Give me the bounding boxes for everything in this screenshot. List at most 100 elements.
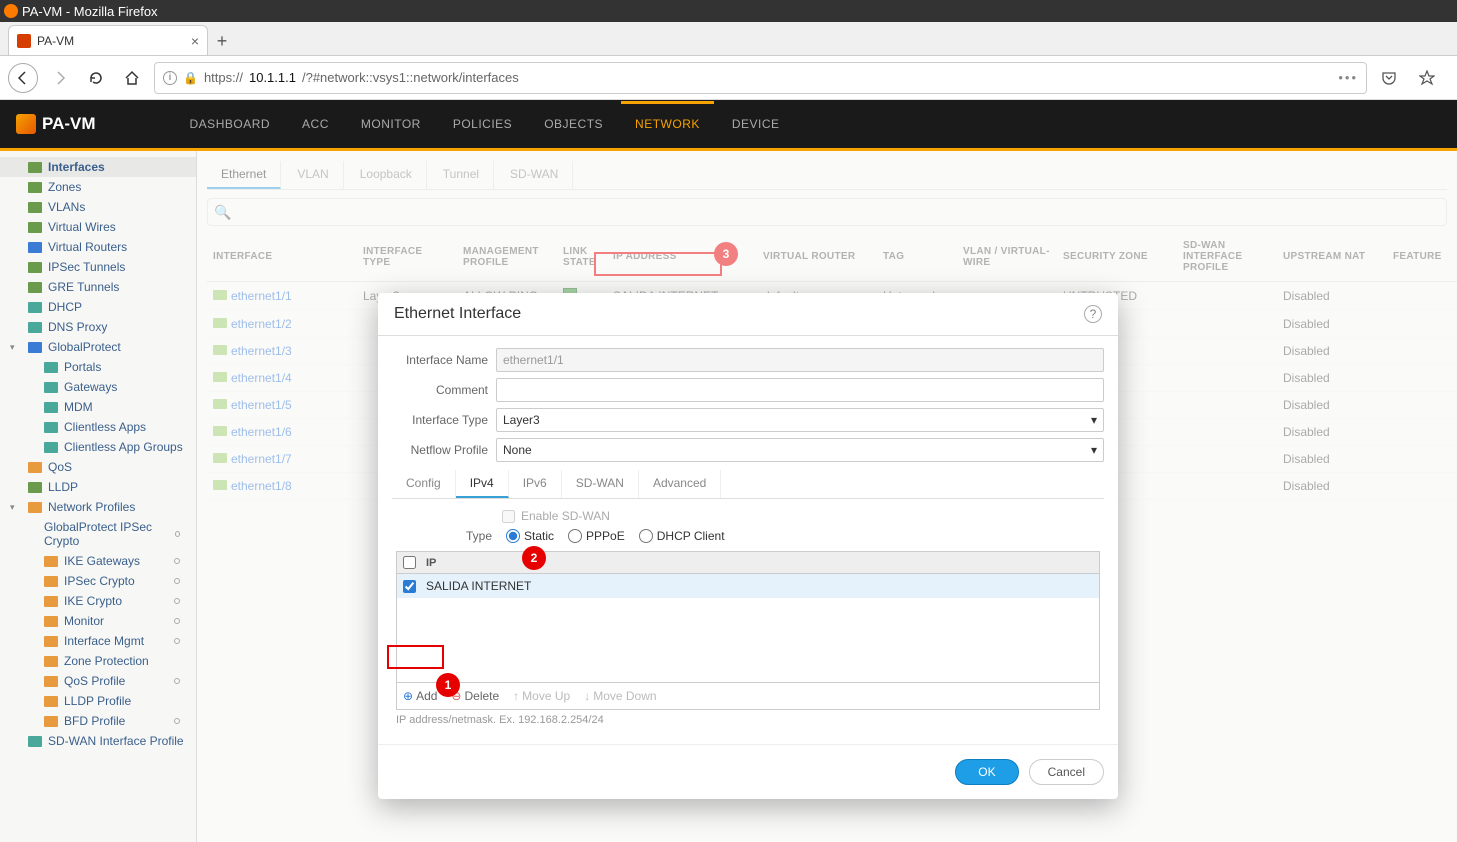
sidebar-item-mdm[interactable]: MDM: [0, 397, 196, 417]
virtual-wires-icon: [28, 222, 42, 233]
app-header: PA-VM DASHBOARD ACC MONITOR POLICIES OBJ…: [0, 100, 1457, 148]
sidebar-item-ike-crypto[interactable]: IKE Crypto: [0, 591, 196, 611]
tab-title: PA-VM: [37, 34, 74, 48]
nav-acc[interactable]: ACC: [288, 101, 343, 147]
browser-tab-bar: PA-VM × +: [0, 22, 1457, 56]
home-button[interactable]: [118, 64, 146, 92]
static-radio[interactable]: [506, 529, 520, 543]
sidebar-item-dns-proxy[interactable]: DNS Proxy: [0, 317, 196, 337]
radio-static[interactable]: Static: [506, 529, 554, 543]
select-all-checkbox[interactable]: [403, 556, 416, 569]
sidebar-item-interfaces[interactable]: Interfaces: [0, 157, 196, 177]
sidebar-item-qos-profile[interactable]: QoS Profile: [0, 671, 196, 691]
delete-button[interactable]: ⊖Delete: [451, 689, 499, 703]
sidebar: Interfaces Zones VLANs Virtual Wires Vir…: [0, 151, 197, 842]
add-button[interactable]: ⊕Add: [403, 689, 437, 703]
sidebar-item-ike-gateways[interactable]: IKE Gateways: [0, 551, 196, 571]
sidebar-item-qos[interactable]: QoS: [0, 457, 196, 477]
sidebar-item-clientless-apps[interactable]: Clientless Apps: [0, 417, 196, 437]
zones-icon: [28, 182, 42, 193]
ip-address-table: IP SALIDA INTERNET ⊕Add ⊖Delete ↑Move Up…: [396, 551, 1100, 710]
radio-pppoe[interactable]: PPPoE: [568, 529, 625, 543]
ipsec-tunnels-icon: [28, 262, 42, 273]
mtab-config[interactable]: Config: [392, 470, 456, 498]
sidebar-item-interface-mgmt[interactable]: Interface Mgmt: [0, 631, 196, 651]
browser-tab[interactable]: PA-VM ×: [8, 25, 208, 55]
ipsec-crypto-icon: [44, 576, 58, 587]
dhcp-client-radio[interactable]: [639, 529, 653, 543]
virtual-routers-icon: [28, 242, 42, 253]
brand-text: PA-VM: [42, 114, 96, 134]
pppoe-radio[interactable]: [568, 529, 582, 543]
close-tab-icon[interactable]: ×: [191, 33, 199, 49]
back-button[interactable]: [8, 63, 38, 93]
sidebar-item-virtual-routers[interactable]: Virtual Routers: [0, 237, 196, 257]
sidebar-item-zones[interactable]: Zones: [0, 177, 196, 197]
move-up-button[interactable]: ↑Move Up: [513, 689, 570, 703]
iface-type-select[interactable]: Layer3▾: [496, 408, 1104, 432]
radio-dhcp-client[interactable]: DHCP Client: [639, 529, 725, 543]
sidebar-item-globalprotect[interactable]: ▾GlobalProtect: [0, 337, 196, 357]
nav-device[interactable]: DEVICE: [718, 101, 794, 147]
netflow-select[interactable]: None▾: [496, 438, 1104, 462]
new-tab-button[interactable]: +: [208, 27, 236, 55]
sidebar-item-gateways[interactable]: Gateways: [0, 377, 196, 397]
nav-dashboard[interactable]: DASHBOARD: [176, 101, 285, 147]
sidebar-item-bfd-profile[interactable]: BFD Profile: [0, 711, 196, 731]
sidebar-item-dhcp[interactable]: DHCP: [0, 297, 196, 317]
mtab-ipv6[interactable]: IPv6: [509, 470, 562, 498]
enable-sdwan-checkbox: [502, 510, 515, 523]
sidebar-item-gp-ipsec-crypto[interactable]: GlobalProtect IPSec Crypto: [0, 517, 196, 551]
sidebar-item-virtual-wires[interactable]: Virtual Wires: [0, 217, 196, 237]
sidebar-item-portals[interactable]: Portals: [0, 357, 196, 377]
sidebar-item-ipsec-crypto[interactable]: IPSec Crypto: [0, 571, 196, 591]
browser-toolbar: i 🔒 https://10.1.1.1/?#network::vsys1::n…: [0, 56, 1457, 100]
annotation-badge-2: 2: [522, 546, 546, 570]
site-info-icon[interactable]: i: [163, 71, 177, 85]
iface-name-label: Interface Name: [392, 353, 488, 367]
move-down-button[interactable]: ↓Move Down: [584, 689, 656, 703]
sidebar-item-monitor[interactable]: Monitor: [0, 611, 196, 631]
reload-button[interactable]: [82, 64, 110, 92]
lock-icon: 🔒: [183, 71, 198, 85]
sidebar-item-gre-tunnels[interactable]: GRE Tunnels: [0, 277, 196, 297]
ip-row-checkbox[interactable]: [403, 580, 416, 593]
ok-button[interactable]: OK: [955, 759, 1018, 785]
comment-input[interactable]: [496, 378, 1104, 402]
mtab-sdwan[interactable]: SD-WAN: [562, 470, 639, 498]
enable-sdwan-label: Enable SD-WAN: [521, 509, 610, 523]
help-icon[interactable]: ?: [1084, 305, 1102, 323]
sidebar-item-clientless-app-groups[interactable]: Clientless App Groups: [0, 437, 196, 457]
forward-button[interactable]: [46, 64, 74, 92]
sidebar-item-lldp[interactable]: LLDP: [0, 477, 196, 497]
address-bar[interactable]: i 🔒 https://10.1.1.1/?#network::vsys1::n…: [154, 62, 1367, 94]
sidebar-item-ipsec-tunnels[interactable]: IPSec Tunnels: [0, 257, 196, 277]
cancel-button[interactable]: Cancel: [1029, 759, 1104, 785]
nav-policies[interactable]: POLICIES: [439, 101, 526, 147]
firefox-icon: [4, 4, 18, 18]
page-actions-icon[interactable]: •••: [1338, 70, 1358, 85]
sidebar-item-lldp-profile[interactable]: LLDP Profile: [0, 691, 196, 711]
mtab-ipv4[interactable]: IPv4: [456, 470, 509, 498]
url-path: /?#network::vsys1::network/interfaces: [302, 70, 519, 85]
pocket-icon[interactable]: [1375, 64, 1403, 92]
chevron-down-icon: ▾: [1091, 413, 1097, 427]
sidebar-item-sdwan-interface-profile[interactable]: SD-WAN Interface Profile: [0, 731, 196, 751]
mtab-advanced[interactable]: Advanced: [639, 470, 721, 498]
bookmark-star-icon[interactable]: [1413, 64, 1441, 92]
sidebar-item-zone-protection[interactable]: Zone Protection: [0, 651, 196, 671]
nav-monitor[interactable]: MONITOR: [347, 101, 435, 147]
nav-network[interactable]: NETWORK: [621, 101, 714, 147]
ethernet-interface-dialog: Ethernet Interface ? Interface Name Comm…: [378, 293, 1118, 799]
ip-column-header: IP: [426, 557, 436, 569]
hint-text: IP address/netmask. Ex. 192.168.2.254/24: [396, 714, 1100, 726]
sidebar-item-vlans[interactable]: VLANs: [0, 197, 196, 217]
dialog-inner-tabs: Config IPv4 IPv6 SD-WAN Advanced: [392, 470, 1104, 499]
nav-objects[interactable]: OBJECTS: [530, 101, 617, 147]
qos-icon: [28, 462, 42, 473]
qos-profile-icon: [44, 676, 58, 687]
comment-label: Comment: [392, 383, 488, 397]
sdwan-profile-icon: [28, 736, 42, 747]
sidebar-item-network-profiles[interactable]: ▾Network Profiles: [0, 497, 196, 517]
ip-row[interactable]: SALIDA INTERNET: [397, 574, 1099, 598]
